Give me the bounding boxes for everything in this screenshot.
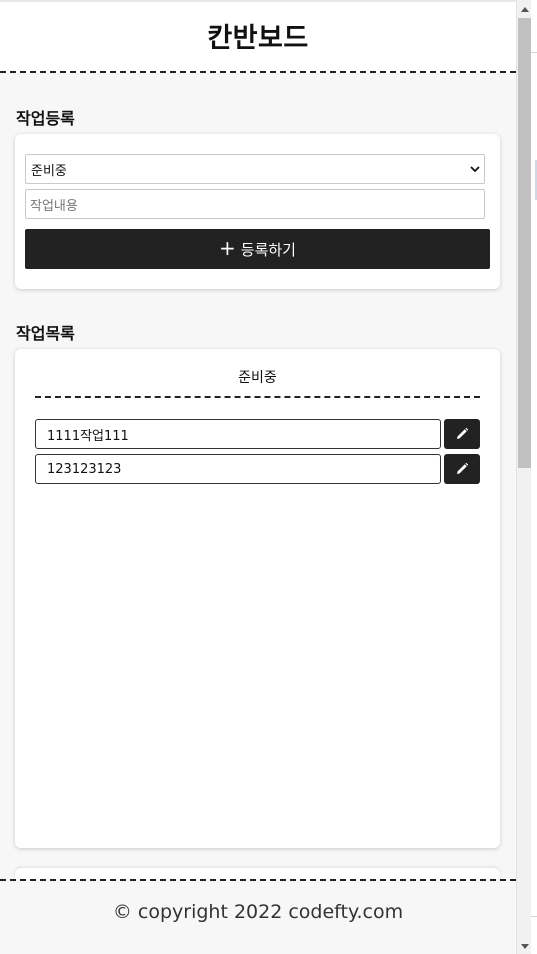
column-title: 준비중 xyxy=(238,370,277,386)
pencil-icon xyxy=(457,427,469,439)
task-item-text: 1111작업111 xyxy=(47,428,129,444)
scroll-down-arrow-icon[interactable] xyxy=(517,940,532,954)
task-item-field[interactable]: 123123123 xyxy=(35,454,441,484)
register-button[interactable]: + 등록하기 xyxy=(25,229,490,269)
plus-icon: + xyxy=(219,236,236,260)
scroll-up-arrow-icon[interactable] xyxy=(517,2,532,16)
footer-copyright: © copyright 2022 codefty.com xyxy=(112,900,404,923)
page-footer: © copyright 2022 codefty.com xyxy=(0,879,516,954)
window-edge xyxy=(531,0,537,954)
chevron-down-icon xyxy=(470,166,480,173)
pencil-icon xyxy=(457,462,469,474)
column-divider xyxy=(35,396,480,398)
page: 칸반보드 작업등록 준비중 작업내용 + 등록하기 작업목록 준비중 1111작… xyxy=(0,0,516,954)
edit-task-button[interactable] xyxy=(444,419,480,449)
task-content-input[interactable]: 작업내용 xyxy=(25,189,485,219)
status-select-value: 준비중 xyxy=(31,163,67,179)
scrollbar-thumb[interactable] xyxy=(518,18,531,468)
task-content-placeholder: 작업내용 xyxy=(30,198,78,214)
task-row: 1111작업111 xyxy=(35,419,480,449)
edit-task-button[interactable] xyxy=(444,454,480,484)
register-section-title: 작업등록 xyxy=(16,109,75,128)
task-row: 123123123 xyxy=(35,454,480,484)
status-select[interactable]: 준비중 xyxy=(25,154,485,184)
vertical-scrollbar[interactable] xyxy=(516,0,531,954)
page-title: 칸반보드 xyxy=(207,23,309,54)
task-item-field[interactable]: 1111작업111 xyxy=(35,419,441,449)
task-item-text: 123123123 xyxy=(47,461,122,477)
kanban-column: 준비중 1111작업111 123123123 xyxy=(15,349,500,848)
task-list-section-title: 작업목록 xyxy=(16,324,75,343)
register-card: 준비중 작업내용 + 등록하기 xyxy=(15,134,500,289)
app-header: 칸반보드 xyxy=(0,2,516,73)
register-button-label: 등록하기 xyxy=(240,240,296,259)
